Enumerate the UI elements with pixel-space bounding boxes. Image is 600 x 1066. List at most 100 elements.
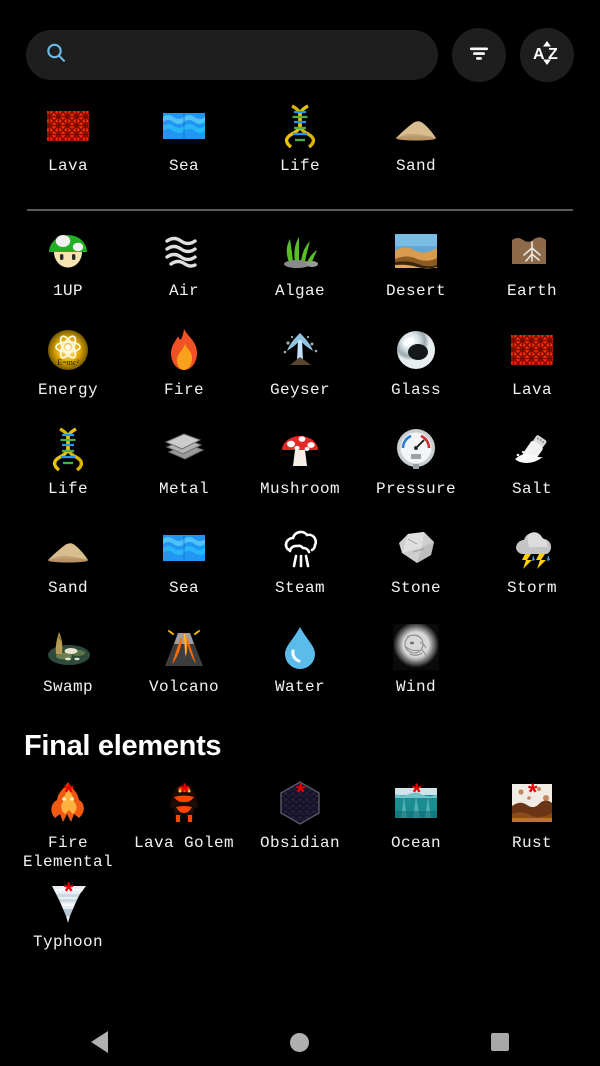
search-input[interactable] [82, 45, 420, 65]
element-cell[interactable]: Life [242, 96, 358, 195]
final-element-star: * [296, 779, 306, 806]
life-dna-icon [276, 102, 324, 150]
element-cell[interactable]: Salt [474, 419, 590, 518]
final-elements-title: Final elements [24, 730, 222, 762]
element-label: Fire [163, 381, 204, 399]
svg-text:E=mc²: E=mc² [57, 358, 79, 367]
volcano-icon [160, 623, 208, 671]
mushroom-icon [276, 425, 324, 473]
back-nav-button[interactable] [91, 1031, 108, 1053]
element-cell[interactable]: Earth [474, 221, 590, 320]
element-cell[interactable]: Sand [358, 96, 474, 195]
element-label: Earth [506, 282, 557, 300]
element-label: Rust [511, 834, 552, 852]
salt-shaker-icon [508, 425, 556, 473]
element-label: Lava [47, 157, 88, 175]
element-label: Steam [274, 579, 325, 597]
element-cell[interactable]: Glass [358, 320, 474, 419]
element-cell[interactable]: Volcano [126, 617, 242, 716]
element-label: Sea [168, 579, 199, 597]
final-element-star: * [64, 779, 74, 806]
final-element-star: * [64, 878, 74, 905]
element-label: Storm [506, 579, 557, 597]
element-cell[interactable]: Lava [474, 320, 590, 419]
element-label: Pressure [375, 480, 456, 498]
element-cell[interactable]: Storm [474, 518, 590, 617]
element-cell[interactable]: * Ocean [358, 773, 474, 872]
element-cell[interactable]: 1UP [10, 221, 126, 320]
element-label: Glass [390, 381, 441, 399]
element-label: Stone [390, 579, 441, 597]
element-label: Wind [395, 678, 436, 696]
sand-icon [392, 102, 440, 150]
fire-icon [160, 326, 208, 374]
element-label: Fire Elemental [22, 834, 113, 871]
element-label: Mushroom [259, 480, 340, 498]
pressure-gauge-icon [392, 425, 440, 473]
element-label: Geyser [269, 381, 330, 399]
final-elements-grid: * Fire Elemental * Lava Golem * Obsidian * Ocea… [0, 763, 600, 971]
element-cell[interactable]: Stone [358, 518, 474, 617]
element-cell[interactable]: Steam [242, 518, 358, 617]
element-label: Desert [385, 282, 446, 300]
home-nav-button[interactable] [290, 1032, 309, 1052]
element-label: Obsidian [259, 834, 340, 852]
android-nav-bar [0, 1018, 600, 1066]
element-cell[interactable]: Sea [126, 96, 242, 195]
element-cell[interactable]: Metal [126, 419, 242, 518]
element-cell[interactable]: Water [242, 617, 358, 716]
element-cell[interactable]: Life [10, 419, 126, 518]
element-cell[interactable]: Mushroom [242, 419, 358, 518]
lava-icon [44, 102, 92, 150]
filter-button[interactable] [452, 28, 506, 82]
element-label: Water [274, 678, 325, 696]
element-cell[interactable]: * Fire Elemental [10, 773, 126, 872]
element-cell[interactable]: Air [126, 221, 242, 320]
element-label: Lava Golem [133, 834, 234, 852]
element-cell[interactable]: E=mc² Energy [10, 320, 126, 419]
sea-icon [160, 102, 208, 150]
air-wind-lines-icon [160, 227, 208, 275]
desert-icon [392, 227, 440, 275]
element-label: Lava [511, 381, 552, 399]
element-label: Sand [47, 579, 88, 597]
elements-grid: 1UP Air Algae Desert Earth E=mc² Energy Fire Gey… [0, 211, 600, 716]
life-dna-icon [44, 425, 92, 473]
element-cell[interactable]: Sand [10, 518, 126, 617]
search-icon [44, 41, 68, 70]
sort-az-icon: A Z [532, 39, 562, 72]
element-cell[interactable]: * Lava Golem [126, 773, 242, 872]
element-label: Typhoon [32, 933, 103, 951]
element-label: Life [279, 157, 320, 175]
stone-rock-icon [392, 524, 440, 572]
element-cell[interactable]: Geyser [242, 320, 358, 419]
geyser-icon [276, 326, 324, 374]
element-label: Life [47, 480, 88, 498]
element-cell[interactable]: Algae [242, 221, 358, 320]
element-cell[interactable]: Desert [358, 221, 474, 320]
element-label: Energy [37, 381, 98, 399]
element-cell[interactable]: Lava [10, 96, 126, 195]
element-label: Algae [274, 282, 325, 300]
status-bar [0, 0, 600, 22]
element-label: Air [168, 282, 199, 300]
element-cell[interactable]: * Rust [474, 773, 590, 872]
energy-atom-icon: E=mc² [44, 326, 92, 374]
element-cell[interactable]: Wind [358, 617, 474, 716]
search-bar[interactable] [26, 30, 438, 80]
swamp-icon [44, 623, 92, 671]
metal-sheets-icon [160, 425, 208, 473]
element-label: Sea [168, 157, 199, 175]
lava-icon [508, 326, 556, 374]
element-cell[interactable]: * Typhoon [10, 872, 126, 971]
element-cell[interactable]: * Obsidian [242, 773, 358, 872]
element-cell[interactable]: Sea [126, 518, 242, 617]
recents-nav-button[interactable] [491, 1033, 509, 1051]
sea-icon [160, 524, 208, 572]
mushroom-1up-icon [44, 227, 92, 275]
element-cell[interactable]: Swamp [10, 617, 126, 716]
sort-button[interactable]: A Z [520, 28, 574, 82]
element-cell[interactable]: Pressure [358, 419, 474, 518]
final-element-star: * [412, 779, 422, 806]
element-cell[interactable]: Fire [126, 320, 242, 419]
